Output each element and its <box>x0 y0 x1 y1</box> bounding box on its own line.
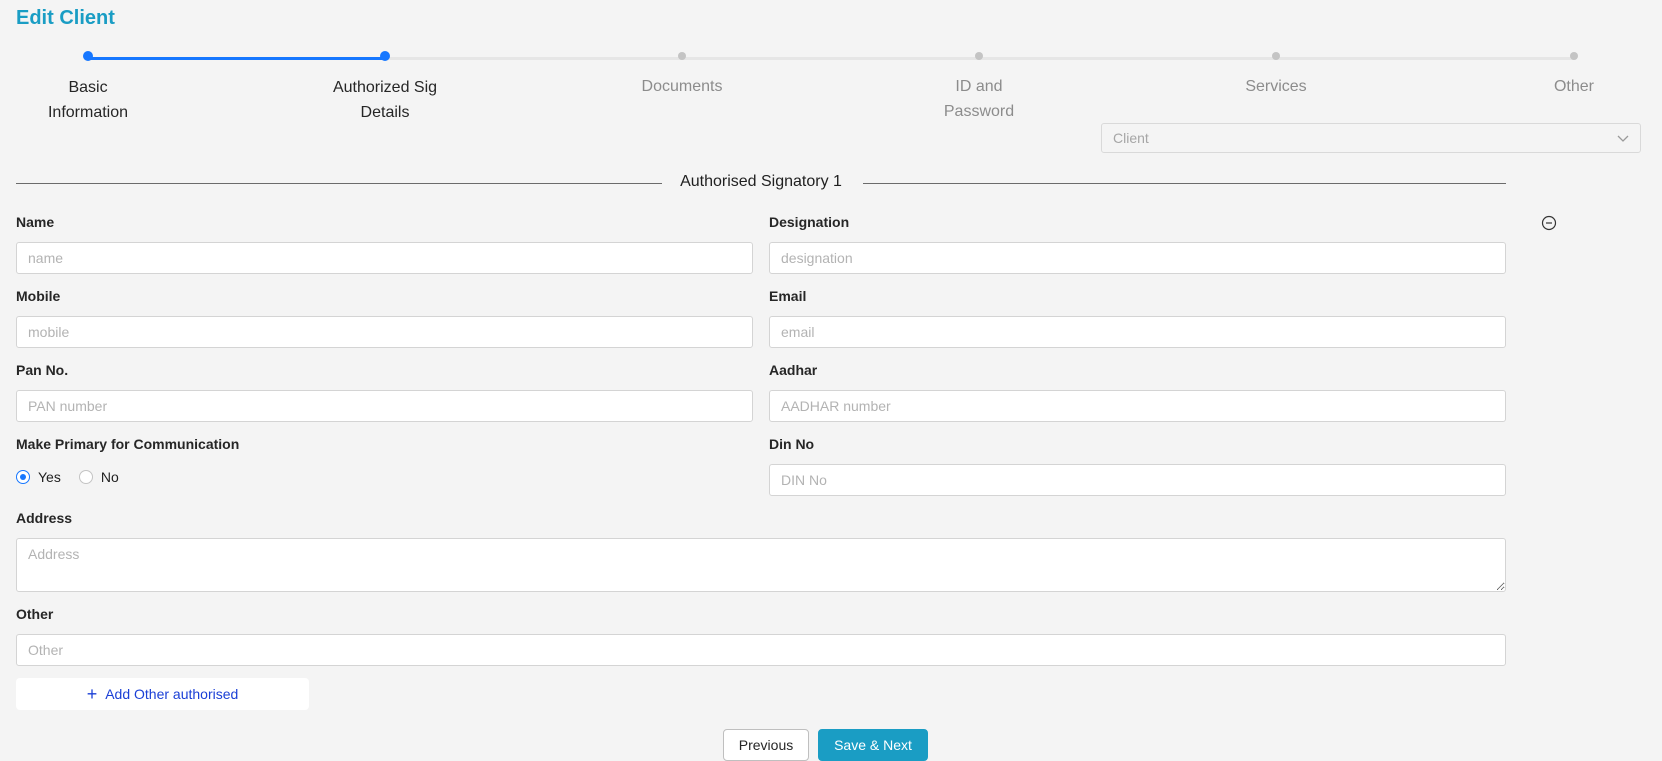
step-dot <box>1570 52 1578 60</box>
add-other-authorised-button[interactable]: + Add Other authorised <box>16 678 309 710</box>
step-label: Services <box>1245 78 1307 95</box>
other-input[interactable] <box>16 634 1506 666</box>
save-next-button[interactable]: Save & Next <box>818 729 928 761</box>
email-input[interactable] <box>769 316 1506 348</box>
radio-no-label: No <box>100 469 119 485</box>
step-authorized-sig-details[interactable]: Authorized Sig Details <box>285 51 485 125</box>
plus-icon: + <box>86 684 98 704</box>
radio-unchecked-icon <box>78 470 93 484</box>
step-dot <box>83 51 93 61</box>
name-input[interactable] <box>16 242 753 274</box>
section-title: Authorised Signatory 1 <box>680 173 842 190</box>
radio-yes[interactable]: Yes <box>16 469 61 485</box>
mobile-input[interactable] <box>16 316 753 348</box>
din-input[interactable] <box>769 464 1506 496</box>
section-divider: Authorised Signatory 1 <box>16 171 1506 195</box>
step-label: Other <box>1553 78 1594 95</box>
step-id-and-password[interactable]: ID and Password <box>879 52 1079 124</box>
step-label: ID and Password <box>943 78 1015 120</box>
designation-label: Designation <box>769 214 850 230</box>
step-basic-information[interactable]: Basic Information <box>0 51 188 125</box>
designation-input[interactable] <box>769 242 1506 274</box>
address-textarea[interactable] <box>16 538 1506 592</box>
client-select-placeholder: Client <box>1113 130 1149 146</box>
aadhar-label: Aadhar <box>769 362 818 378</box>
minus-circle-icon[interactable] <box>1541 215 1557 231</box>
primary-communication-radio-group: Yes No <box>16 469 137 485</box>
chevron-down-icon <box>1617 135 1629 142</box>
step-label: Basic Information <box>47 79 129 121</box>
name-label: Name <box>16 214 55 230</box>
aadhar-input[interactable] <box>769 390 1506 422</box>
client-select[interactable]: Client <box>1101 123 1641 153</box>
step-documents[interactable]: Documents <box>582 52 782 99</box>
primary-communication-label: Make Primary for Communication <box>16 436 240 452</box>
mobile-label: Mobile <box>16 288 61 304</box>
pan-input[interactable] <box>16 390 753 422</box>
din-label: Din No <box>769 436 815 452</box>
step-dot <box>975 52 983 60</box>
previous-button[interactable]: Previous <box>723 729 809 761</box>
email-label: Email <box>769 288 807 304</box>
step-services[interactable]: Services <box>1176 52 1376 99</box>
step-other[interactable]: Other <box>1474 52 1662 99</box>
step-dot <box>380 51 390 61</box>
step-dot <box>678 52 686 60</box>
other-label: Other <box>16 606 54 622</box>
radio-checked-icon <box>16 470 30 484</box>
radio-yes-label: Yes <box>38 469 61 485</box>
radio-no[interactable]: No <box>78 469 119 485</box>
step-label: Documents <box>641 78 723 95</box>
step-dot <box>1272 52 1280 60</box>
step-label: Authorized Sig Details <box>332 79 438 121</box>
stepper: Basic Information Authorized Sig Details… <box>0 0 1662 121</box>
divider-line-right <box>863 183 1506 184</box>
add-other-authorised-label: Add Other authorised <box>105 686 239 702</box>
address-label: Address <box>16 510 73 526</box>
pan-label: Pan No. <box>16 362 69 378</box>
